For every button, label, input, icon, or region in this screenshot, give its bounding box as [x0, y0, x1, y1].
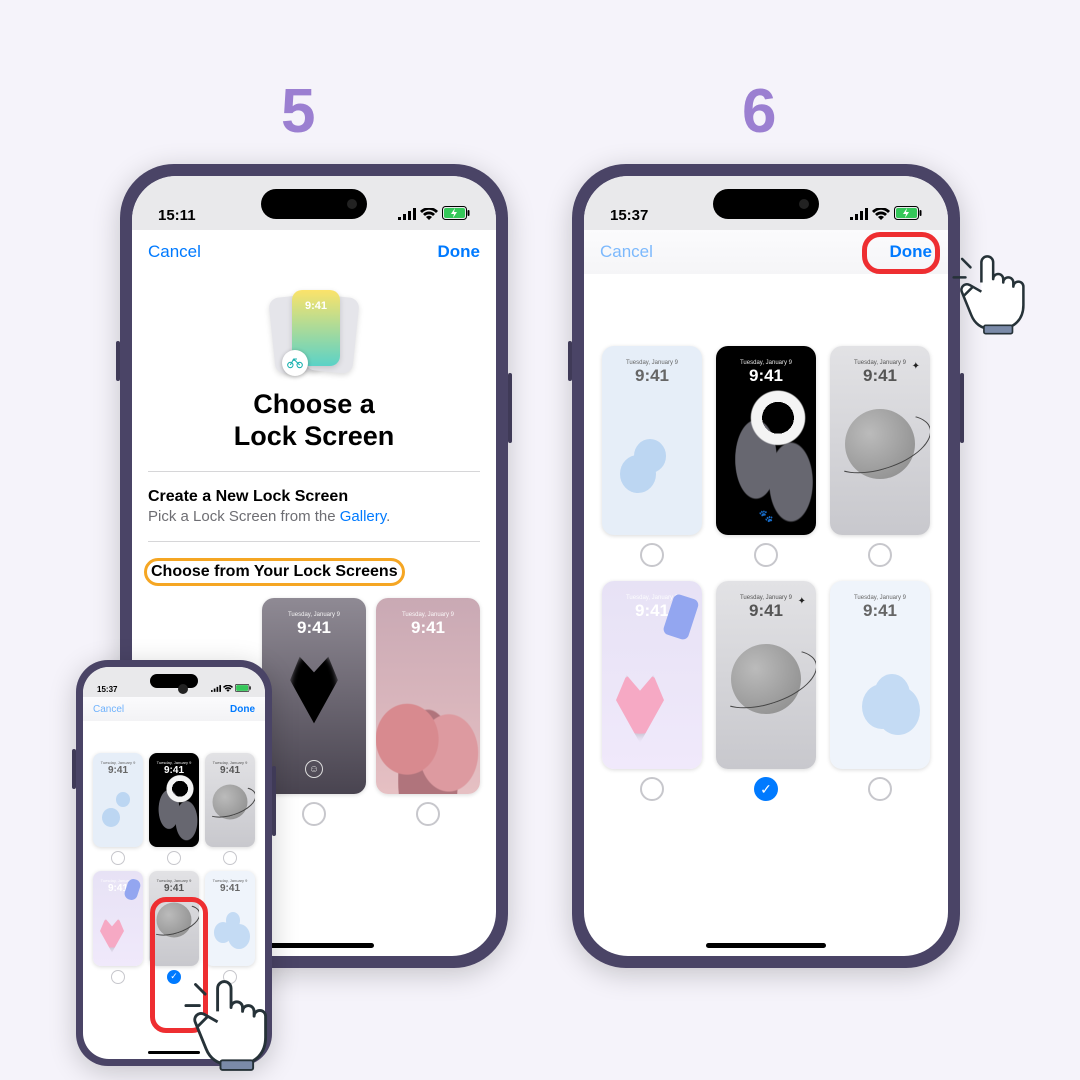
- radio-unselected[interactable]: [302, 802, 326, 826]
- step-6-number: 6: [742, 76, 776, 147]
- radio-unselected[interactable]: [868, 543, 892, 567]
- step-5-number: 5: [281, 76, 315, 147]
- radio-unselected[interactable]: [167, 851, 181, 865]
- done-button[interactable]: Done: [230, 704, 255, 715]
- cellular-icon: [398, 207, 416, 224]
- create-new-heading: Create a New Lock Screen: [148, 488, 480, 506]
- lockscreen-option-moon[interactable]: Tuesday, January 99:41: [149, 753, 199, 865]
- radio-unselected[interactable]: [754, 543, 778, 567]
- status-time: 15:37: [97, 685, 117, 694]
- status-time: 15:11: [158, 207, 196, 224]
- wifi-icon: [420, 207, 438, 224]
- lockscreen-option-hearts3d[interactable]: Tuesday, January 99:41: [93, 871, 143, 983]
- lockscreen-option-heart[interactable]: Tuesday, January 9 9:41 ☺: [262, 598, 366, 826]
- home-indicator[interactable]: [254, 943, 374, 948]
- cancel-button[interactable]: Cancel: [600, 242, 653, 262]
- cellular-icon: [850, 207, 868, 224]
- choose-existing-heading: Choose from Your Lock Screens: [151, 563, 398, 580]
- page-title: Choose a Lock Screen: [234, 388, 395, 453]
- lockscreen-option-hearts3d[interactable]: Tuesday, January 99:41: [602, 581, 702, 802]
- radio-unselected[interactable]: [111, 970, 125, 984]
- cellular-icon: [211, 685, 221, 694]
- hero-illustration: 9:41: [268, 286, 360, 378]
- choose-heading-highlight: Choose from Your Lock Screens: [144, 558, 405, 586]
- dynamic-island: [261, 189, 367, 219]
- lockscreen-option-bluecloud[interactable]: Tuesday, January 99:41: [602, 346, 702, 567]
- phone-step-6: 15:37 Cancel Done Tuesday, January 99:41…: [572, 164, 960, 968]
- paw-icon: 🐾: [759, 509, 774, 523]
- battery-icon: [442, 206, 470, 224]
- tap-hand-icon: [184, 966, 280, 1074]
- wifi-icon: [223, 685, 233, 694]
- nav-bar: Cancel Done: [584, 230, 948, 274]
- home-indicator[interactable]: [706, 943, 826, 948]
- hero-section: 9:41 Choose a Lock Screen: [132, 274, 496, 471]
- radio-unselected[interactable]: [868, 777, 892, 801]
- nav-bar: Cancel Done: [83, 697, 265, 721]
- done-button[interactable]: Done: [890, 242, 933, 262]
- done-button[interactable]: Done: [438, 242, 481, 262]
- radio-unselected[interactable]: [640, 543, 664, 567]
- bike-icon: [282, 350, 308, 376]
- cancel-button[interactable]: Cancel: [148, 242, 201, 262]
- dynamic-island: [713, 189, 819, 219]
- lockscreen-grid: Tuesday, January 99:41 Tuesday, January …: [584, 338, 948, 809]
- choose-existing-section: Choose from Your Lock Screens: [148, 541, 480, 590]
- hero-card-time: 9:41: [305, 300, 327, 312]
- lockscreen-option-planet-sm[interactable]: Tuesday, January 99:41✦: [830, 346, 930, 567]
- lockscreen-option-planet-lg[interactable]: Tuesday, January 99:41✦ ✓: [716, 581, 816, 802]
- create-new-section[interactable]: Create a New Lock Screen Pick a Lock Scr…: [148, 471, 480, 541]
- battery-icon: [235, 684, 251, 694]
- lockscreen-option-plaincloud[interactable]: Tuesday, January 99:41: [830, 581, 930, 802]
- lockscreen-option-bluecloud[interactable]: Tuesday, January 99:41: [93, 753, 143, 865]
- wifi-icon: [872, 207, 890, 224]
- lockscreen-option-moon[interactable]: Tuesday, January 99:41🐾: [716, 346, 816, 567]
- radio-unselected[interactable]: [223, 851, 237, 865]
- radio-unselected[interactable]: [111, 851, 125, 865]
- nav-bar: Cancel Done: [132, 230, 496, 274]
- radio-selected[interactable]: ✓: [167, 970, 181, 984]
- status-time: 15:37: [610, 207, 648, 224]
- dynamic-island: [150, 674, 198, 688]
- cancel-button[interactable]: Cancel: [93, 704, 124, 715]
- tap-hand-icon: [952, 242, 1036, 338]
- smiley-icon: ☺: [305, 760, 323, 778]
- create-new-subtext: Pick a Lock Screen from the Gallery.: [148, 508, 480, 525]
- lockscreen-option-planet-sm[interactable]: Tuesday, January 99:41: [205, 753, 255, 865]
- gallery-link[interactable]: Gallery: [340, 508, 386, 525]
- lockscreen-option-clouds[interactable]: Tuesday, January 9 9:41: [376, 598, 480, 826]
- radio-unselected[interactable]: [416, 802, 440, 826]
- battery-icon: [894, 206, 922, 224]
- radio-unselected[interactable]: [640, 777, 664, 801]
- radio-selected[interactable]: ✓: [754, 777, 778, 801]
- lockscreen-grid: Tuesday, January 99:41 Tuesday, January …: [83, 749, 265, 988]
